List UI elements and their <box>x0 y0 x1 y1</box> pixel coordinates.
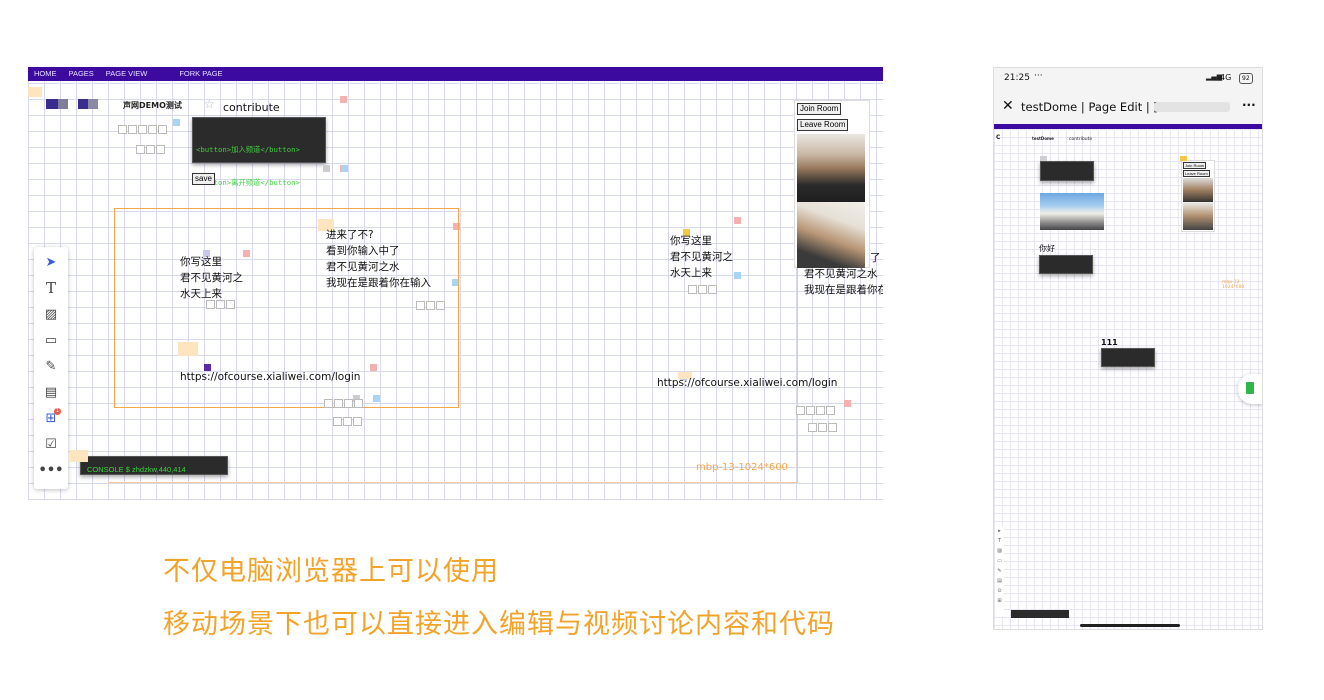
notification-badge: 1 <box>54 408 61 415</box>
widget-toolbar <box>324 393 364 412</box>
url-note[interactable]: https://ofcourse.xialiwei.com/login <box>657 375 837 391</box>
caption-line-1: 不仅电脑浏览器上可以使用 <box>163 556 499 587</box>
doc-icon <box>1246 382 1254 394</box>
add-tool-icon[interactable]: ⊞ 1 <box>34 405 68 431</box>
leave-room-button[interactable]: Leave Room <box>797 119 849 131</box>
video-tool-icon[interactable]: ▭ <box>34 327 68 353</box>
page-title: 声网DEMO测试 <box>123 101 182 110</box>
image-tool-icon[interactable]: ▨ <box>34 301 68 327</box>
more-icon[interactable]: ··· <box>1242 98 1256 112</box>
url-note[interactable]: https://ofcourse.xialiwei.com/login <box>180 369 360 385</box>
battery-indicator: 92 <box>1239 73 1253 84</box>
text-tool-icon[interactable]: T <box>34 275 68 301</box>
join-room-button[interactable]: Join Room <box>797 103 842 115</box>
console-bar[interactable]: CONSOLE $ zhdzkw,440,414 <box>80 456 228 475</box>
save-button[interactable]: save <box>192 173 215 185</box>
more-icon[interactable]: ••• <box>34 457 68 483</box>
text-note[interactable]: 进来了不? 看到你输入中了 君不见黄河之水 我现在是跟着你在输入 <box>326 227 431 291</box>
console-text: CONSOLE $ zhdzkw,440,414 <box>87 465 186 474</box>
caption-line-2: 移动场景下也可以直接进入编辑与视频讨论内容和代码 <box>163 609 835 640</box>
blurred-url <box>1154 102 1230 112</box>
widget-toolbar <box>808 417 838 436</box>
browser-page-title: testDome | Page Edit | [ <box>1021 100 1158 114</box>
status-bar: 21:25 ··· ▂▄▆ 4G 92 <box>994 68 1262 90</box>
mobile-leave-room-button[interactable]: Leave Room <box>1183 170 1210 177</box>
code-tool-icon[interactable]: ▤ <box>34 379 68 405</box>
mobile-video-remote <box>1183 202 1213 230</box>
status-dots: ··· <box>1034 71 1043 81</box>
widget-toolbar <box>333 411 363 430</box>
mobile-join-room-button[interactable]: Join Room <box>1183 162 1207 169</box>
video-feed-remote <box>797 202 865 268</box>
logo <box>46 99 102 109</box>
top-nav: HOME PAGES PAGE VIEW FORK PAGE <box>28 67 883 81</box>
code-line: <button>加入频道</button> <box>196 145 300 154</box>
mobile-note-nihao[interactable]: 你好 <box>1039 243 1055 254</box>
mobile-note-111[interactable]: 111 <box>1101 338 1118 347</box>
widget-toolbar <box>416 295 446 314</box>
mobile-video-local <box>1183 178 1213 202</box>
frame-label: mbp-13-1024*600 <box>696 462 788 473</box>
pointer-icon[interactable]: ➤ <box>34 249 68 275</box>
contribute-link[interactable]: contribute <box>223 101 280 114</box>
nav-fork-page[interactable]: FORK PAGE <box>173 67 228 81</box>
mobile-screenshot: 21:25 ··· ▂▄▆ 4G 92 ✕ testDome | Page Ed… <box>993 67 1263 630</box>
checklist-tool-icon[interactable]: ☑ <box>34 431 68 457</box>
mobile-code-block[interactable] <box>1040 161 1094 181</box>
nav-page-view[interactable]: PAGE VIEW <box>100 67 154 81</box>
mobile-logo: C <box>996 134 1001 141</box>
widget-toolbar <box>688 279 718 298</box>
status-time: 21:25 <box>1004 73 1030 83</box>
text-note[interactable]: 了 <box>870 250 881 266</box>
pin-tool-icon[interactable]: ✎ <box>34 353 68 379</box>
mobile-tool-palette: ▸ T ▨ ▭ ✎ ▤ ⊙ ⊞ <box>995 526 1004 616</box>
tool-palette: ➤ T ▨ ▭ ✎ ▤ ⊞ 1 ☑ ••• <box>34 247 68 489</box>
text-note[interactable]: 君不见黄河之水 我现在是跟着你在 <box>804 266 883 298</box>
mobile-contribute[interactable]: contribute <box>1069 137 1092 142</box>
nav-home[interactable]: HOME <box>28 67 63 81</box>
mobile-canvas <box>994 129 1262 629</box>
video-panel: Join Room Leave Room <box>794 100 870 268</box>
network-label: 4G <box>1220 73 1232 82</box>
code-block[interactable]: <button>加入频道</button> <button>离开频道</butt… <box>192 117 326 187</box>
mobile-image <box>1040 193 1104 230</box>
home-indicator <box>1080 624 1180 627</box>
browser-header: ✕ testDome | Page Edit | [ ··· <box>994 90 1262 124</box>
mobile-doc-title: testDome <box>1032 136 1054 141</box>
widget-toolbar <box>136 139 176 158</box>
mobile-console[interactable] <box>1011 610 1069 618</box>
mobile-code-block[interactable] <box>1101 348 1155 367</box>
video-feed-local <box>797 134 865 202</box>
mobile-side-button[interactable] <box>1238 374 1262 404</box>
star-icon[interactable]: ☆ <box>204 97 215 111</box>
nav-pages[interactable]: PAGES <box>63 67 100 81</box>
mobile-frame-label: mbp-13-1024*600 <box>1222 280 1245 290</box>
close-icon[interactable]: ✕ <box>1002 98 1014 114</box>
mobile-video-panel: Join Room Leave Room <box>1181 160 1215 232</box>
widget-toolbar <box>206 294 236 313</box>
text-note[interactable]: 你写这里 君不见黄河之 水天上来 <box>670 233 733 281</box>
desktop-screenshot: HOME PAGES PAGE VIEW FORK PAGE 声网DEMO测试 … <box>28 67 883 500</box>
widget-toolbar <box>118 119 178 138</box>
mobile-code-block[interactable] <box>1039 255 1093 274</box>
